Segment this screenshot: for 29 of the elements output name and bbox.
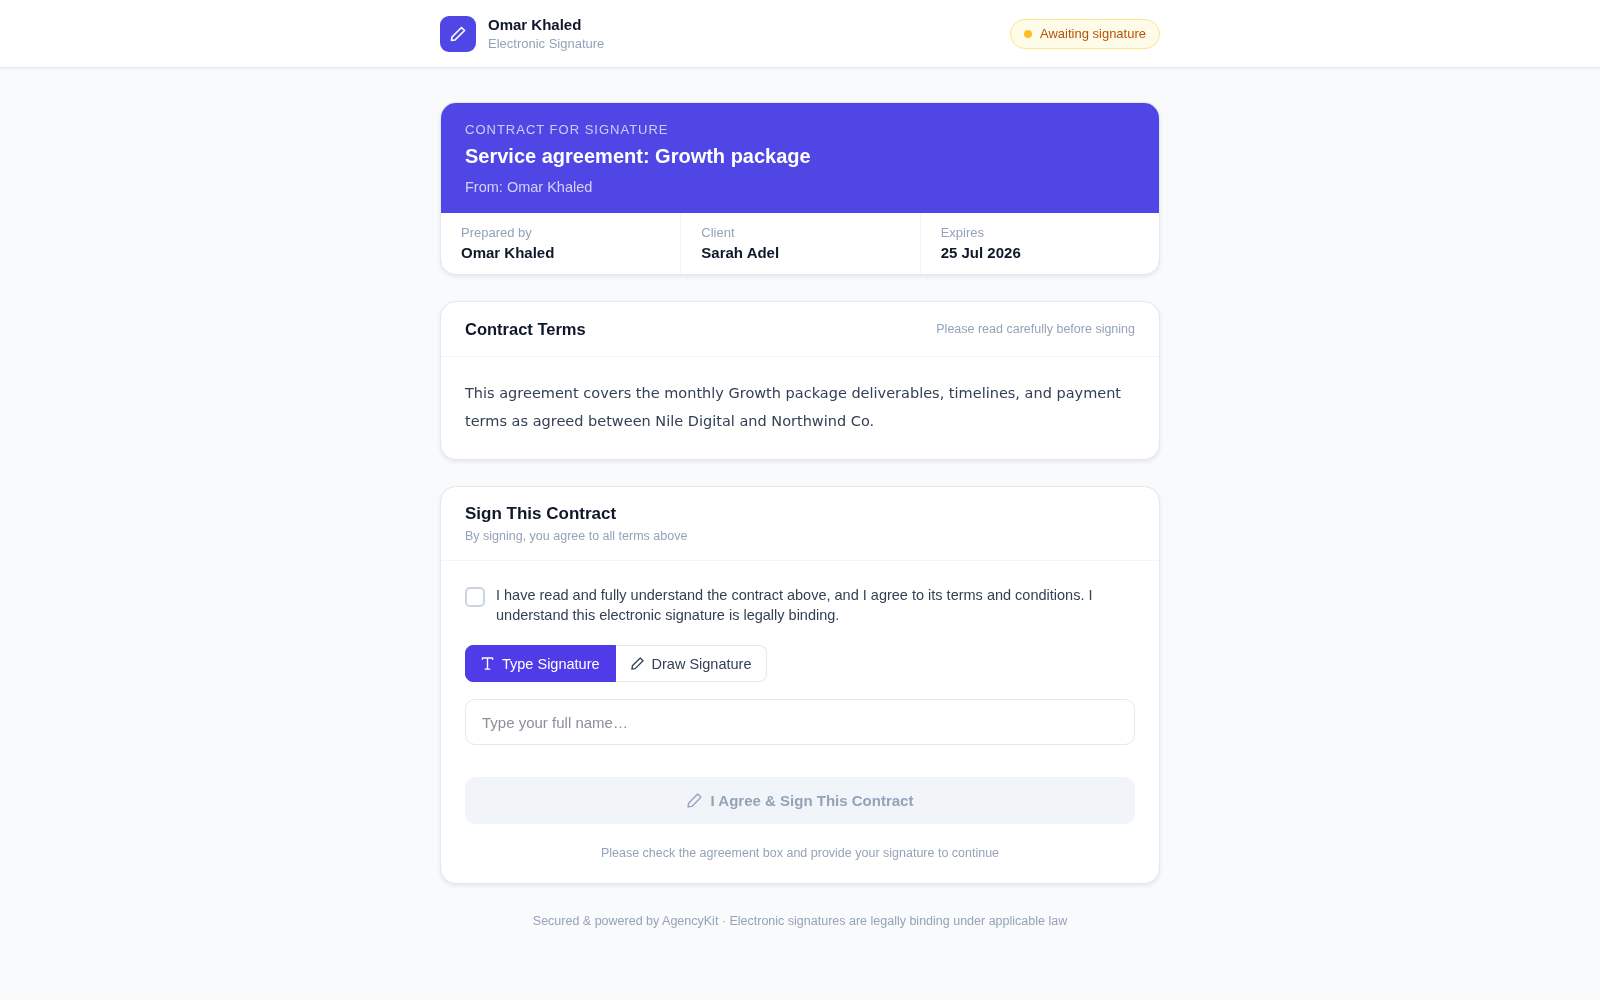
contract-eyebrow: CONTRACT FOR SIGNATURE xyxy=(465,122,670,138)
terms-paragraph: This agreement covers the monthly Growth package deliverables, timelines, and payment terms as agreed between Nile Digital and Northwind Co. xyxy=(465,384,1123,431)
signature-name-input[interactable]: Type your full name… xyxy=(465,699,1135,745)
meta-label: Prepared by xyxy=(461,225,533,241)
sign-hint: Please check the agreement box and provide your signature to continue xyxy=(599,845,1001,861)
sender-name: Omar Khaled xyxy=(488,15,583,34)
meta-value: 25 Jul 2026 xyxy=(940,244,1022,262)
terms-hint: Please read carefully before signing xyxy=(936,322,1135,336)
meta-label: Client xyxy=(701,225,736,241)
meta-label: Expires xyxy=(940,225,985,241)
agreement-checkbox[interactable] xyxy=(465,587,485,607)
sign-title: Sign This Contract xyxy=(465,504,618,524)
meta-value: Omar Khaled xyxy=(461,244,556,262)
text-icon xyxy=(481,657,494,670)
signature-mode-tab[interactable]: Type Signature xyxy=(465,645,616,682)
agreement-label: I have read and fully understand the contract above, and I agree to its terms and conditions. I understand this electronic signature is legally binding. xyxy=(496,586,1094,625)
pencil-icon xyxy=(686,793,702,808)
meta-value: Sarah Adel xyxy=(701,244,781,262)
status-label: Awaiting signature xyxy=(1040,26,1146,41)
status-dot-icon xyxy=(1024,29,1032,38)
pencil-icon xyxy=(630,657,644,670)
contract-title: Service agreement: Growth package xyxy=(465,144,812,168)
contract-sender: From: Omar Khaled xyxy=(465,178,594,196)
pencil-logo-icon xyxy=(440,15,476,52)
terms-title: Contract Terms xyxy=(465,319,586,339)
signature-mode-tab[interactable]: Draw Signature xyxy=(615,645,768,682)
sign-subtitle: By signing, you agree to all terms above xyxy=(465,528,689,544)
app-subtitle: Electronic Signature xyxy=(488,35,605,52)
footer-note: Secured & powered by AgencyKit · Electronic signatures are legally binding under applicable law xyxy=(531,914,1069,928)
